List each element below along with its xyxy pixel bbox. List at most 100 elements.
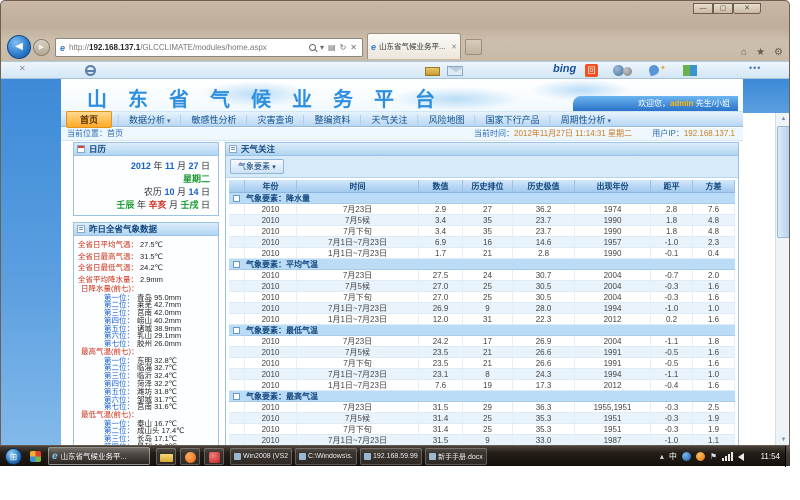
bing-logo[interactable]: bing	[553, 63, 576, 75]
plugin-icon-blue[interactable]	[690, 65, 697, 76]
search-icon[interactable]	[309, 44, 316, 51]
table-cell	[229, 336, 245, 346]
nav-item-6[interactable]: 风险地图	[421, 113, 473, 126]
table-cell: 26.9	[419, 303, 463, 313]
refresh-icon[interactable]: ↻	[340, 43, 347, 52]
window-controls: — ▢ ✕	[693, 3, 761, 14]
nav-item-0[interactable]: 首页	[66, 111, 112, 128]
home-icon[interactable]: ⌂	[741, 47, 747, 58]
network-icon[interactable]	[722, 452, 733, 461]
tray-icon-orange[interactable]	[696, 452, 705, 461]
nav-item-3[interactable]: 灾害查询	[250, 113, 302, 126]
stop-icon[interactable]: ✕	[350, 43, 357, 52]
table-group-row[interactable]: 气象要素：最低气温	[229, 325, 735, 336]
table-cell: 2.0	[693, 270, 735, 280]
table-group-row[interactable]: 气象要素：最高气温	[229, 391, 735, 402]
toolbar-close-icon[interactable]: ✕	[19, 64, 26, 73]
table-cell: 7月23日	[297, 402, 419, 412]
back-button[interactable]: ◀	[7, 35, 31, 59]
start-button[interactable]: ⊞	[5, 448, 22, 465]
calendar-text: 日	[198, 161, 210, 171]
nav-item-8[interactable]: 周期性分析 ▾	[553, 113, 619, 126]
mail-icon[interactable]	[447, 66, 463, 76]
table-cell	[229, 369, 245, 379]
speaker-icon[interactable]	[738, 453, 744, 461]
taskbar-button[interactable]: 新手手册.docx ..	[425, 448, 487, 465]
taskbar-button[interactable]: 192.168.59.99...	[360, 448, 422, 465]
table-cell: 1991	[575, 358, 651, 368]
nav-item-1[interactable]: 数据分析 ▾	[121, 113, 178, 126]
addon-circle-icon-2[interactable]	[623, 67, 632, 76]
show-desktop-button[interactable]	[785, 446, 790, 467]
maximize-button[interactable]: ▢	[713, 3, 733, 14]
table-cell: 2010	[245, 435, 297, 445]
calendar-icon	[77, 145, 85, 153]
taskbar-button[interactable]: C:\Windows\s...	[295, 448, 357, 465]
nav-item-5[interactable]: 天气关注	[364, 113, 416, 126]
tray-expand-icon[interactable]: ▴	[660, 452, 664, 461]
taskbar-button[interactable]: Win2008 (VS2...	[230, 448, 292, 465]
share-icon[interactable]: 回	[585, 64, 598, 77]
card-icon[interactable]	[425, 67, 440, 76]
calendar-text: 日	[198, 200, 210, 210]
forward-button[interactable]: ▶	[33, 39, 50, 56]
app-icon-red[interactable]	[204, 448, 224, 465]
table-cell: 25	[463, 424, 513, 434]
group-label: 气象要素：最高气温	[246, 391, 318, 401]
table-group-row[interactable]: 气象要素：平均气温	[229, 259, 735, 270]
table-group-row[interactable]: 气象要素：降水量	[229, 193, 735, 204]
ime-indicator[interactable]: 中	[669, 451, 677, 462]
nav-item-7[interactable]: 国家下行产品	[478, 113, 548, 126]
chevron-down-icon: ▾	[606, 118, 611, 125]
table-cell: 3.4	[419, 215, 463, 225]
compatibility-view-icon[interactable]: ▤	[328, 43, 336, 52]
scroll-up-icon[interactable]: ▲	[776, 113, 790, 125]
table-cell: 16	[463, 237, 513, 247]
expand-checkbox[interactable]	[233, 327, 240, 334]
table-cell: 7月1日~7月23日	[297, 237, 419, 247]
vertical-scrollbar[interactable]: ▲ ▼	[775, 113, 790, 446]
expand-checkbox[interactable]	[233, 393, 240, 400]
close-button[interactable]: ✕	[733, 3, 761, 14]
app-icon-colorgrid[interactable]	[30, 451, 41, 462]
favorites-star-icon[interactable]: ★	[756, 47, 765, 58]
element-filter-button[interactable]: 气象要素 ▾	[230, 159, 284, 174]
table-cell: 1.7	[419, 248, 463, 258]
minimize-button[interactable]: —	[693, 3, 713, 14]
new-tab-button[interactable]	[465, 39, 482, 55]
table-row: 20107月1日~7月23日6.91614.61957-1.02.3	[229, 237, 735, 248]
browser-tab[interactable]: e 山东省气候业务平... ✕	[367, 33, 461, 59]
blocked-circle-icon[interactable]	[85, 65, 96, 76]
ie-favicon: e	[60, 43, 65, 53]
table-cell	[229, 204, 245, 214]
app-icon-orange[interactable]	[180, 448, 200, 465]
expand-checkbox[interactable]	[233, 195, 240, 202]
more-dots-icon[interactable]: •••	[749, 63, 761, 73]
table-cell: 7月1日~7月23日	[297, 303, 419, 313]
taskbar-ie-button[interactable]: e 山东省气候业务平...	[48, 447, 150, 465]
table-row: 20107月5候23.52126.61991-0.51.6	[229, 347, 735, 358]
table-cell: 27	[463, 204, 513, 214]
nav-item-4[interactable]: 整编资料	[307, 113, 359, 126]
table-cell: 24.2	[419, 336, 463, 346]
tray-icon-blue[interactable]	[682, 452, 691, 461]
table-cell: 7月5候	[297, 347, 419, 357]
action-center-flag-icon[interactable]: ⚑	[710, 452, 717, 461]
bird-icon[interactable]	[648, 64, 661, 77]
chevron-down-icon[interactable]: ▾	[320, 43, 324, 52]
table-cell: 27.5	[419, 270, 463, 280]
address-bar[interactable]: e http://192.168.137.1/GLCCLIMATE/module…	[55, 38, 363, 57]
taskbar-clock[interactable]: 11:54	[761, 446, 780, 467]
table-row: 20107月23日24.21726.92004-1.11.8	[229, 336, 735, 347]
tools-gear-icon[interactable]: ⚙	[774, 47, 783, 58]
tab-close-icon[interactable]: ✕	[451, 43, 457, 51]
explorer-folder-icon[interactable]	[156, 448, 176, 465]
plugin-icon-green[interactable]	[683, 65, 690, 76]
weather-summary-panel: 昨日全省气象数据 全省日平均气温：27.5℃全省日最高气温：31.5℃全省日最低…	[73, 222, 219, 446]
table-row: 20107月23日31.52936.31955,1951-0.32.5	[229, 402, 735, 413]
expand-checkbox[interactable]	[233, 261, 240, 268]
table-cell	[229, 347, 245, 357]
page-right-band	[743, 79, 790, 113]
nav-item-2[interactable]: 敏感性分析	[184, 113, 245, 126]
scrollbar-thumb[interactable]	[777, 126, 790, 238]
